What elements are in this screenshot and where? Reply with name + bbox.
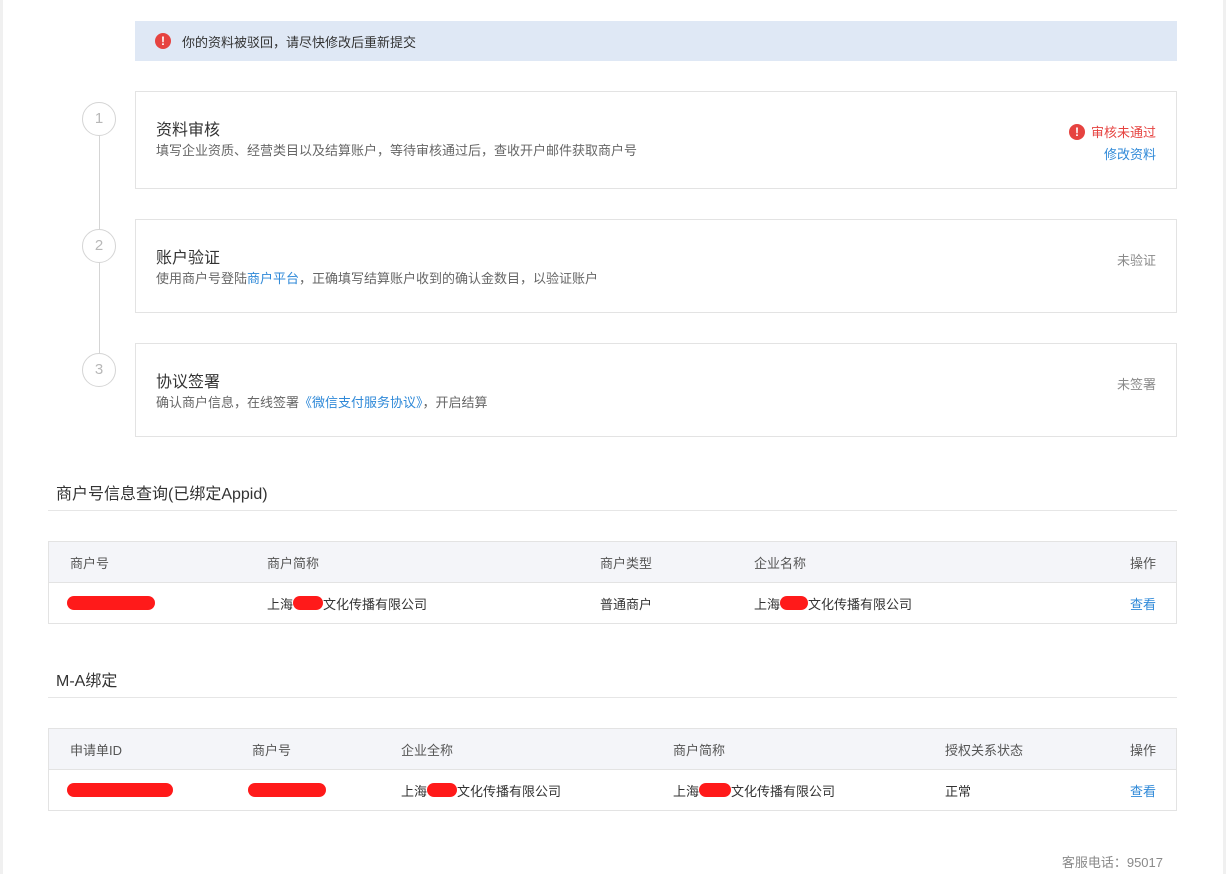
short-name-cell: 上海 文化传播有限公司 [673, 770, 835, 810]
cell-text: 上海 [673, 783, 700, 799]
column-header: 商户号 [252, 742, 292, 758]
status-text: 未验证 [1116, 253, 1156, 268]
application-id-cell [67, 770, 173, 810]
view-button[interactable]: 查看 [1130, 583, 1156, 623]
column-header: 商户号 [70, 555, 110, 571]
column-header: 授权关系状态 [945, 742, 1024, 758]
cell-text: 上海 [401, 783, 428, 799]
column-header: 企业全称 [401, 742, 454, 758]
step-card-agreement: 协议签署 确认商户信息，在线签署《微信支付服务协议》，开启结算 未签署 [135, 343, 1177, 437]
merchant-id-cell [248, 770, 326, 810]
column-header: 商户简称 [673, 742, 726, 758]
section-title-merchant-query: 商户号信息查询(已绑定Appid) [56, 486, 268, 503]
ma-binding-table: 申请单ID 商户号 企业全称 商户简称 授权关系状态 操作 上海 文化传播有限公司… [48, 728, 1177, 811]
step-title: 账户验证 [156, 250, 221, 267]
step-1-number: 1 [82, 102, 116, 136]
short-name-cell: 上海 文化传播有限公司 [267, 583, 427, 623]
cell-text: 上海 [754, 596, 781, 612]
step-card-review: 资料审核 填写企业资质、经营类目以及结算账户，等待审核通过后，查收开户邮件获取商… [135, 91, 1177, 189]
redaction-mark [780, 596, 809, 610]
desc-text: ，开启结算 [422, 395, 488, 410]
column-header: 操作 [1129, 555, 1156, 571]
cell-text: 文化传播有限公司 [731, 783, 836, 799]
redaction-mark [67, 596, 155, 610]
desc-text: 确认商户信息，在线签署 [156, 395, 300, 410]
alert-circle-icon: ! [155, 33, 171, 49]
step-card-account-verify: 账户验证 使用商户号登陆商户平台，正确填写结算账户收到的确认金数目，以验证账户 … [135, 219, 1177, 313]
section-divider [48, 510, 1177, 511]
step-title: 资料审核 [156, 122, 221, 139]
company-full-name-cell: 上海 文化传播有限公司 [401, 770, 561, 810]
edit-info-link[interactable]: 修改资料 [1104, 144, 1156, 163]
merchant-type-cell: 普通商户 [600, 596, 653, 612]
merchant-info-table: 商户号 商户简称 商户类型 企业名称 操作 上海 文化传播有限公司 普通商户 上海… [48, 541, 1177, 624]
desc-text: ，正确填写结算账户收到的确认金数目，以验证账户 [299, 271, 599, 286]
status-rejected: ! 审核未通过 [1068, 122, 1156, 141]
desc-text: 使用商户号登陆 [156, 271, 248, 286]
table-header: 申请单ID 商户号 企业全称 商户简称 授权关系状态 操作 [49, 729, 1176, 770]
step-description: 填写企业资质、经营类目以及结算账户，等待审核通过后，查收开户邮件获取商户号 [156, 143, 638, 158]
column-header: 商户类型 [600, 555, 653, 571]
redaction-mark [699, 783, 732, 797]
column-header: 企业名称 [754, 555, 807, 571]
cell-text: 文化传播有限公司 [323, 596, 428, 612]
section-title-ma-binding: M-A绑定 [56, 673, 118, 690]
redaction-mark [293, 596, 324, 610]
company-name-cell: 上海 文化传播有限公司 [754, 583, 912, 623]
merchant-platform-link[interactable]: 商户平台 [247, 271, 299, 286]
step-description: 使用商户号登陆商户平台，正确填写结算账户收到的确认金数目，以验证账户 [156, 268, 598, 287]
cell-text: 上海 [267, 596, 294, 612]
cell-text: 文化传播有限公司 [457, 783, 562, 799]
status-text: 审核未通过 [1090, 125, 1156, 140]
redaction-mark [427, 783, 458, 797]
customer-service-phone: 客服电话：95017 [1061, 855, 1163, 870]
cell-text: 文化传播有限公司 [808, 596, 913, 612]
rejection-alert: ! 你的资料被驳回，请尽快修改后重新提交 [135, 21, 1177, 61]
step-2-number: 2 [82, 229, 116, 263]
table-row: 上海 文化传播有限公司 普通商户 上海 文化传播有限公司 查看 [49, 583, 1176, 623]
service-agreement-link[interactable]: 《微信支付服务协议》 [299, 395, 423, 410]
page-left-border [0, 0, 3, 874]
redaction-mark [67, 783, 173, 797]
column-header: 商户简称 [267, 555, 320, 571]
alert-text: 你的资料被驳回，请尽快修改后重新提交 [182, 34, 417, 50]
view-button[interactable]: 查看 [1130, 770, 1156, 810]
status-text: 未签署 [1116, 377, 1156, 392]
step-description: 确认商户信息，在线签署《微信支付服务协议》，开启结算 [156, 392, 488, 411]
step-3-number: 3 [82, 353, 116, 387]
auth-status-cell: 正常 [945, 783, 972, 799]
table-row: 上海 文化传播有限公司 上海 文化传播有限公司 正常 查看 [49, 770, 1176, 810]
column-header: 申请单ID [70, 742, 123, 758]
step-title: 协议签署 [156, 374, 221, 391]
column-header: 操作 [1129, 742, 1156, 758]
redaction-mark [248, 783, 326, 797]
table-header: 商户号 商户简称 商户类型 企业名称 操作 [49, 542, 1176, 583]
section-divider [48, 697, 1177, 698]
error-icon: ! [1068, 123, 1085, 140]
merchant-id-cell [67, 583, 155, 623]
